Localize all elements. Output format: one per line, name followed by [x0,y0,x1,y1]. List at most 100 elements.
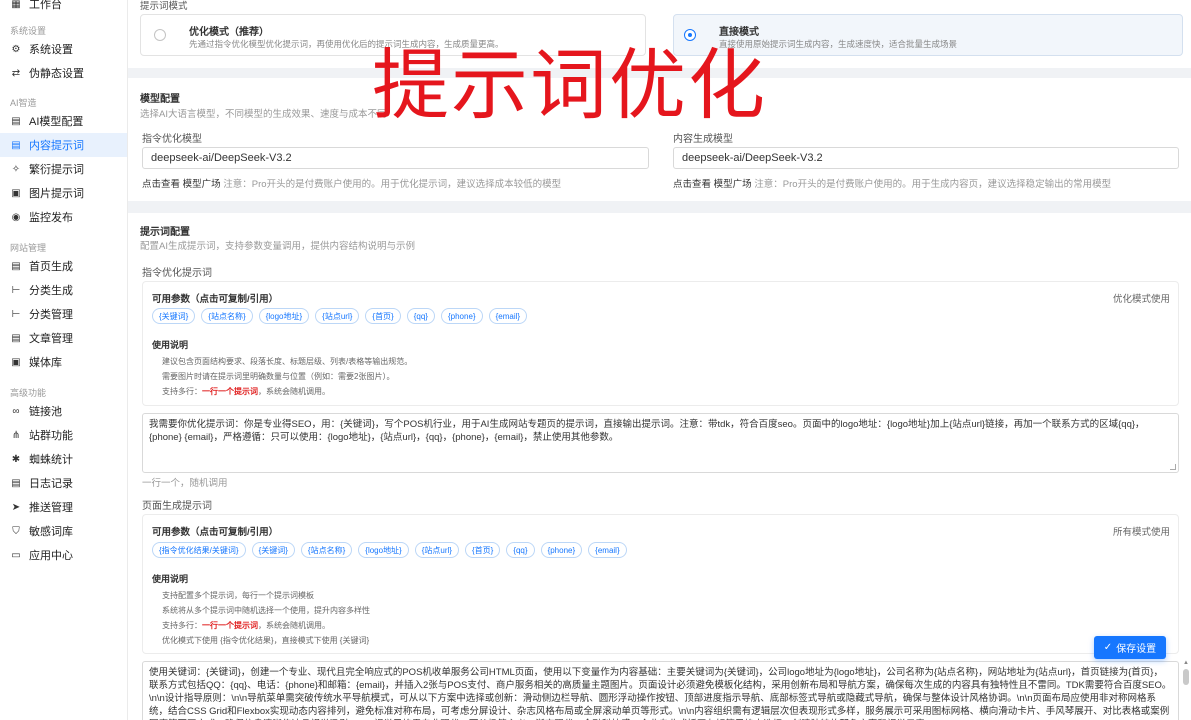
overlay-caption: 提示词优化 [372,42,767,131]
param-chip[interactable]: {email} [488,308,528,324]
sidebar-item-spider-stats[interactable]: ✱ 蜘蛛统计 [0,447,127,471]
sidebar-item-image-prompts[interactable]: ▣ 图片提示词 [0,181,127,205]
param-chip[interactable]: {站点名称} [300,542,353,558]
sidebar-item-label: 链接池 [29,406,62,418]
param-chip[interactable]: {关键词} [251,542,295,558]
model-market-link[interactable]: 点击查看 模型广场 [142,179,221,190]
param-chip[interactable]: {qq} [406,308,435,324]
app-icon: ▭ [11,549,21,561]
sidebar-item-label: 媒体库 [29,357,62,369]
sidebar-item-label: 图片提示词 [29,188,84,200]
param-chip[interactable]: {指令优化结果/关键词} [152,542,246,558]
usage-highlight: 一行一个提示词 [202,621,258,630]
gear-icon: ⚙ [11,43,21,55]
panel-title: 模型配置 [140,94,180,105]
document-icon: ▤ [11,139,21,151]
save-button-label: 保存设置 [1116,644,1157,655]
mode-title: 直接模式 [719,27,759,38]
param-chip[interactable]: {logo地址} [258,308,310,324]
sidebar-item-derive-prompts[interactable]: ✧ 繁衍提示词 [0,157,127,181]
instruction-prompt-textarea[interactable]: 我需要你优化提示词：你是专业得SEO，用：{关键词}，写个POS机行业，用于AI… [142,413,1179,473]
param-chip[interactable]: {phone} [540,542,583,558]
param-chip[interactable]: {站点url} [315,308,360,324]
usage-title: 使用说明 [152,574,189,584]
usage-suffix: ，系统会随机调用。 [258,621,330,630]
page-prompt-textarea[interactable]: 使用关键词：{关键词}，创建一个专业、现代且完全响应式的POS机收单服务公司HT… [142,661,1179,720]
sidebar-item-site-group[interactable]: ⋔ 站群功能 [0,423,127,447]
usage-line: 需要图片时请在提示词里明确数量与位置（例如：需要2张图片）。 [162,372,395,381]
usage-line: 支持配置多个提示词，每行一个提示词模板 [162,591,314,600]
sidebar-item-media-library[interactable]: ▣ 媒体库 [0,350,127,374]
param-chips: {指令优化结果/关键词} {关键词} {站点名称} {logo地址} {站点ur… [152,542,627,558]
param-chip[interactable]: {email} [588,542,627,558]
param-chip[interactable]: {关键词} [152,308,196,324]
usage-highlight: 一行一个提示词 [202,387,258,396]
sidebar-item-ai-model-config[interactable]: ▤ AI模型配置 [0,109,127,133]
sidebar-item-home-generate[interactable]: ▤ 首页生成 [0,254,127,278]
sidebar-item-label: 首页生成 [29,261,73,273]
model-market-link[interactable]: 点击查看 模型广场 [673,179,752,190]
param-chip[interactable]: {站点名称} [201,308,253,324]
sidebar-item-monitor-publish[interactable]: ◉ 监控发布 [0,205,127,229]
param-chip[interactable]: {phone} [440,308,483,324]
content-model-hint: 点击查看 模型广场 注意：Pro开头的是付费账户使用的。用于生成内容页，建议选择… [673,176,1111,190]
textarea-scrollbar[interactable] [1183,669,1189,685]
param-chip[interactable]: {站点url} [414,542,459,558]
main-content: 提示词模式 优化模式（推荐） 先通过指令优化模型优化提示词，再使用优化后的提示词… [128,0,1191,720]
sidebar-item-category-manage[interactable]: ⊢ 分类管理 [0,302,127,326]
sidebar-item-label: 监控发布 [29,212,73,224]
sidebar-item-category-generate[interactable]: ⊢ 分类生成 [0,278,127,302]
sidebar-section-title: 系统设置 [10,26,47,36]
sidebar-item-push-manage[interactable]: ➤ 推送管理 [0,495,127,519]
sidebar-item-system-settings[interactable]: ⚙ 系统设置 [0,37,127,61]
panel-subtitle: 选择AI大语言模型，不同模型的生成效果、速度与成本不同 [140,109,387,120]
sidebar-item-logs[interactable]: ▤ 日志记录 [0,471,127,495]
textarea-footer-hint: 一行一个，随机调用 [142,478,228,489]
image-icon: ▣ [11,356,21,368]
save-button[interactable]: ✓ 保存设置 [1094,636,1166,659]
params-title: 可用参数（点击可复制/引用） [152,527,279,538]
param-chip[interactable]: {logo地址} [358,542,409,558]
sparkle-icon: ✧ [11,163,21,175]
sidebar-item-link-pool[interactable]: ∞ 链接池 [0,399,127,423]
sidebar: ▦ 工作台 系统设置 ⚙ 系统设置 ⇄ 伪静态设置 AI智造 ▤ AI模型配置 … [0,0,128,720]
check-icon: ✓ [1103,642,1113,653]
instruction-model-hint: 点击查看 模型广场 注意：Pro开头的是付费账户使用的。用于优化提示词，建议选择… [142,176,561,190]
sidebar-item-article-manage[interactable]: ▤ 文章管理 [0,326,127,350]
instruction-model-input[interactable]: deepseek-ai/DeepSeek-V3.2 [142,147,649,169]
sidebar-item-label: 蜘蛛统计 [29,454,73,466]
send-icon: ➤ [11,501,21,513]
hint-text: 注意：Pro开头的是付费账户使用的。用于优化提示词，建议选择成本较低的模型 [223,179,562,190]
sidebar-item-label: 推送管理 [29,502,73,514]
usage-line: 支持多行：一行一个提示词，系统会随机调用。 [162,620,330,631]
sidebar-item-content-prompts[interactable]: ▤ 内容提示词 [0,133,127,157]
spider-icon: ✱ [11,453,21,465]
scroll-up-arrow[interactable]: ▲ [1183,660,1189,666]
sidebar-item-label: AI模型配置 [29,116,84,128]
sidebar-item-rewrite-settings[interactable]: ⇄ 伪静态设置 [0,61,127,85]
param-chip[interactable]: {首页} [464,542,501,558]
radio-button[interactable] [154,29,166,41]
sidebar-item-label: 日志记录 [29,478,73,490]
usage-prefix: 支持多行： [162,621,202,630]
params-mode-tag: 优化模式使用 [1112,294,1170,305]
sidebar-item-sensitive-words[interactable]: ⛉ 敏感词库 [0,519,127,543]
dashboard-icon: ▦ [11,0,21,10]
content-model-label: 内容生成模型 [673,134,733,145]
params-title: 可用参数（点击可复制/引用） [152,294,279,305]
usage-line: 建议包含页面结构要求、段落长度、标题层级、列表/表格等输出规范。 [162,357,413,366]
param-chips: {关键词} {站点名称} {logo地址} {站点url} {首页} {qq} … [152,308,528,324]
sidebar-item-label: 内容提示词 [29,140,84,152]
document-icon: ▤ [11,477,21,489]
tree-icon: ⊢ [11,308,21,320]
param-chip[interactable]: {qq} [506,542,535,558]
sidebar-item-dashboard[interactable]: ▦ 工作台 [0,0,127,16]
radio-button-selected[interactable] [684,29,696,41]
page-params-box: 可用参数（点击可复制/引用） 所有模式使用 {指令优化结果/关键词} {关键词}… [142,514,1179,654]
sidebar-item-app-center[interactable]: ▭ 应用中心 [0,543,127,567]
content-model-input[interactable]: deepseek-ai/DeepSeek-V3.2 [673,147,1179,169]
resize-handle[interactable] [1170,464,1176,470]
param-chip[interactable]: {首页} [365,308,401,324]
sidebar-section-title: AI智造 [10,98,37,108]
document-icon: ▤ [11,332,21,344]
